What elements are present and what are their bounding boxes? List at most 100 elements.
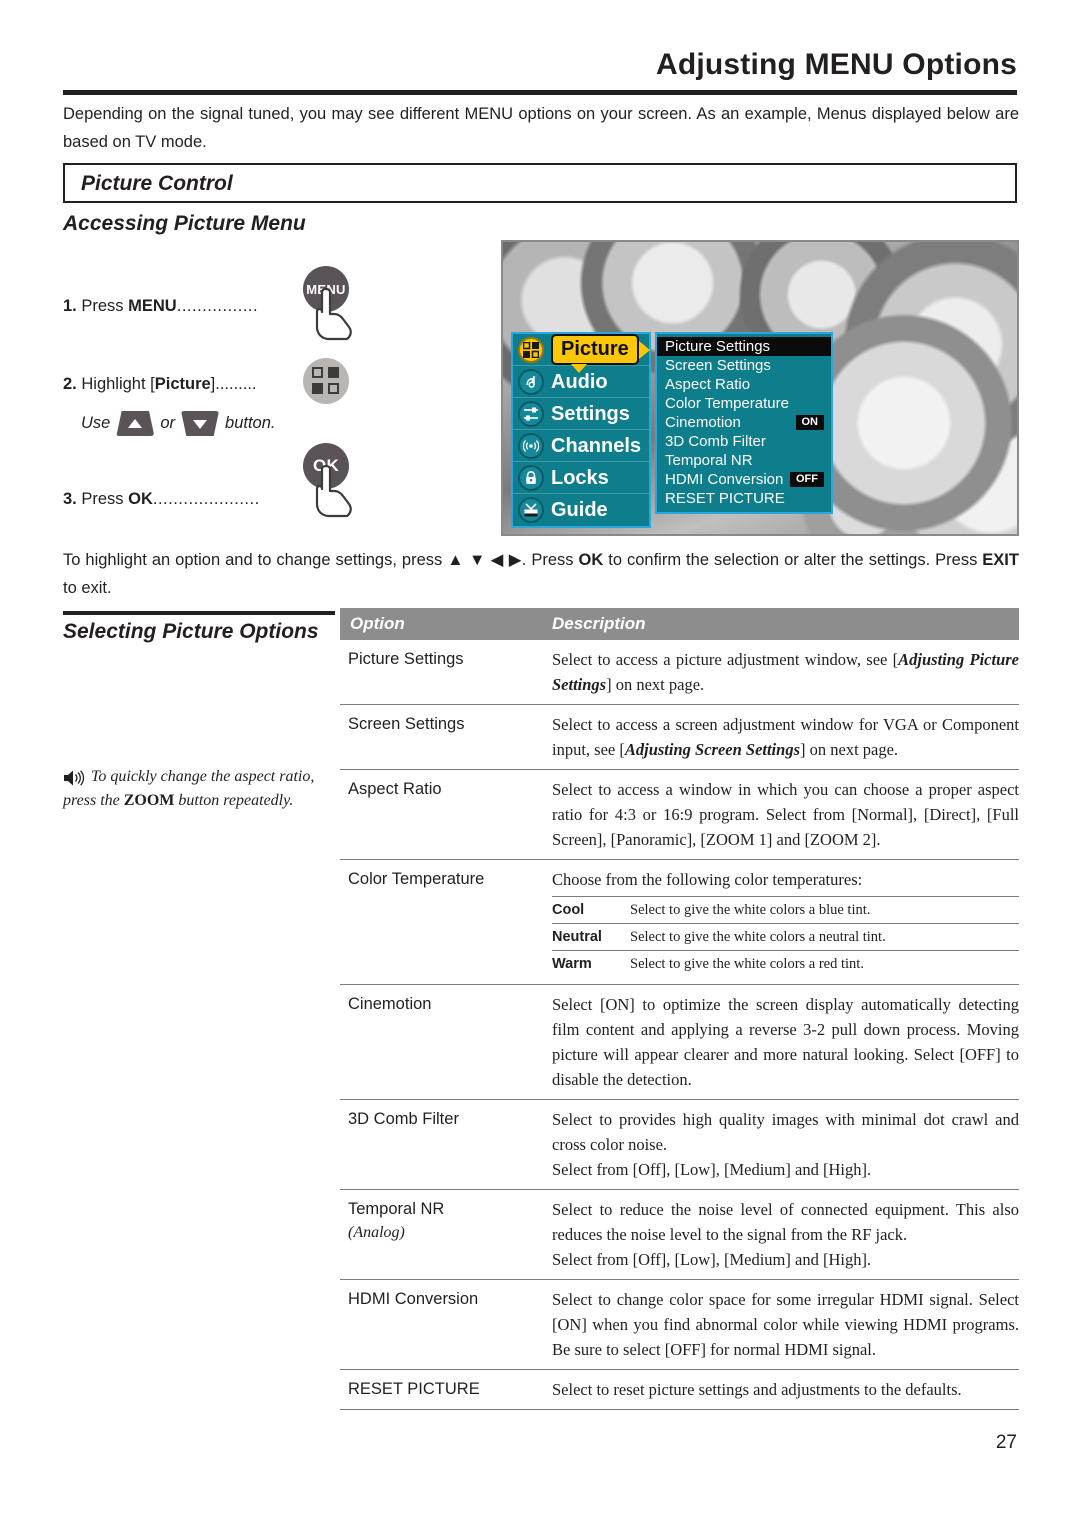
down-arrow-button-icon[interactable] (181, 411, 220, 436)
osd-option-cinemotion[interactable]: Cinemotion ON (657, 413, 831, 432)
manual-page: Adjusting MENU Options Depending on the … (0, 0, 1080, 1527)
color-temperature-subtable: Cool Select to give the white colors a b… (552, 896, 1019, 977)
step-1-key: MENU (128, 297, 177, 315)
desc-emphasis: Adjusting Screen Settings (624, 740, 800, 759)
table-row: HDMI Conversion Select to change color s… (340, 1280, 1019, 1370)
option-name-hdmi-conversion: HDMI Conversion (348, 1290, 479, 1308)
picture-menu-button-icon[interactable] (303, 358, 349, 404)
desc-text: Select to provides high quality images w… (552, 1110, 1019, 1154)
option-name-picture-settings: Picture Settings (348, 650, 464, 668)
chevron-right-icon (639, 341, 650, 359)
option-name-text: Temporal NR (348, 1200, 445, 1218)
osd-sidebar-item-settings[interactable]: Settings (513, 398, 649, 430)
step-3-dots: ..................... (152, 490, 260, 508)
pointing-hand-icon-2 (315, 464, 352, 518)
step-1-number: 1. (63, 297, 77, 315)
option-desc-temporal-nr: Select to reduce the noise level of conn… (552, 1197, 1019, 1272)
subtable-row-cool: Cool Select to give the white colors a b… (552, 896, 1019, 923)
guide-icon (518, 497, 544, 523)
osd-sidebar-item-guide[interactable]: Guide (513, 494, 649, 526)
selecting-picture-options-heading: Selecting Picture Options (63, 620, 319, 643)
desc-text: Select to reduce the noise level of conn… (552, 1200, 1019, 1244)
osd-sidebar-label-guide: Guide (551, 499, 608, 521)
color-temp-value-warm: Select to give the white colors a red ti… (630, 956, 864, 972)
speaker-icon (64, 770, 85, 786)
table-row: Aspect Ratio Select to access a window i… (340, 770, 1019, 860)
step-3-key: OK (128, 490, 153, 508)
option-name-temporal-nr: Temporal NR (Analog) (340, 1197, 552, 1272)
color-temp-key-warm: Warm (552, 956, 592, 972)
option-name-cinemotion: Cinemotion (348, 995, 432, 1013)
osd-option-reset-picture[interactable]: RESET PICTURE (657, 489, 831, 508)
option-desc-color-temperature: Choose from the following color temperat… (552, 867, 1019, 977)
subtable-row-warm: Warm Select to give the white colors a r… (552, 950, 1019, 977)
grid-icon (312, 367, 340, 395)
note-zoom-key: ZOOM (123, 792, 175, 809)
desc-text-post: ] on next page. (800, 740, 899, 759)
osd-sidebar-label-picture: Picture (551, 334, 639, 365)
osd-badge-cinemotion: ON (795, 415, 824, 430)
osd-option-label: Aspect Ratio (665, 376, 751, 393)
option-desc-hdmi-conversion: Select to change color space for some ir… (552, 1290, 1019, 1359)
osd-option-aspect-ratio[interactable]: Aspect Ratio (657, 375, 831, 394)
osd-sidebar-item-audio[interactable]: Audio (513, 366, 649, 398)
color-temp-value-neutral: Select to give the white colors a neutra… (630, 929, 886, 945)
table-row: Temporal NR (Analog) Select to reduce th… (340, 1190, 1019, 1280)
option-name-aspect-ratio: Aspect Ratio (348, 780, 442, 798)
arrow-button-instruction: Use or button. (81, 411, 363, 436)
step-2-key: Picture (154, 375, 211, 393)
desc-text-post: ] on next page. (606, 675, 705, 694)
note-icon (518, 368, 544, 395)
osd-option-screen-settings[interactable]: Screen Settings (657, 356, 831, 375)
sliders-icon (518, 400, 544, 427)
desc-text: Select to access a picture adjustment wi… (552, 650, 899, 669)
option-desc-screen-settings: Select to access a screen adjustment win… (552, 712, 1019, 762)
osd-sidebar-item-picture[interactable]: Picture (513, 334, 650, 373)
use-suffix-label: button. (225, 414, 276, 432)
step-1-dots: ................ (176, 297, 259, 315)
subtable-row-neutral: Neutral Select to give the white colors … (552, 923, 1019, 950)
grid-icon (518, 336, 544, 363)
arrow-keys-glyphs: ▲ ▼ ◀ ▶ (447, 551, 522, 569)
osd-sidebar-item-channels[interactable]: Channels (513, 430, 649, 462)
table-header-description: Description (552, 614, 646, 633)
step-3-text: Press (81, 490, 124, 508)
picture-options-table: Option Description Picture Settings Sele… (340, 608, 1019, 1410)
table-row: Picture Settings Select to access a pict… (340, 640, 1019, 705)
lock-icon (518, 464, 544, 491)
option-desc-cinemotion: Select [ON] to optimize the screen displ… (552, 995, 1019, 1089)
osd-picture-panel: Picture Settings Screen Settings Aspect … (655, 332, 833, 514)
step-3-number: 3. (63, 490, 77, 508)
osd-option-label: 3D Comb Filter (665, 433, 766, 450)
osd-option-label: Cinemotion (665, 414, 741, 431)
step-2-tail: ]......... (210, 375, 257, 393)
osd-option-3d-comb-filter[interactable]: 3D Comb Filter (657, 432, 831, 451)
note-line-1: To quickly change the aspect ratio, (91, 768, 315, 785)
osd-option-hdmi-conversion[interactable]: HDMI Conversion OFF (657, 470, 831, 489)
option-desc-aspect-ratio: Select to access a window in which you c… (552, 780, 1019, 849)
color-temp-value-cool: Select to give the white colors a blue t… (630, 902, 871, 918)
osd-option-color-temperature[interactable]: Color Temperature (657, 394, 831, 413)
table-row: Color Temperature Choose from the follow… (340, 860, 1019, 985)
desc-text-line2: Select from [Off], [Low], [Medium] and [… (552, 1160, 872, 1179)
step-2-number: 2. (63, 375, 77, 393)
option-name-color-temperature: Color Temperature (348, 870, 485, 888)
osd-option-label: Color Temperature (665, 395, 789, 412)
header-rule (63, 90, 1017, 95)
osd-sidebar-item-locks[interactable]: Locks (513, 462, 649, 494)
osd-option-temporal-nr[interactable]: Temporal NR (657, 451, 831, 470)
color-temp-key-neutral: Neutral (552, 929, 602, 945)
osd-option-label: Picture Settings (665, 338, 771, 355)
page-number: 27 (995, 1432, 1017, 1453)
note-line-2-post: button repeatedly. (174, 792, 294, 809)
option-name-reset-picture: RESET PICTURE (348, 1380, 480, 1398)
up-arrow-button-icon[interactable] (116, 411, 155, 436)
picture-control-box: Picture Control (63, 163, 1017, 203)
para2-ok-key: OK (578, 551, 604, 569)
osd-option-picture-settings[interactable]: Picture Settings (657, 337, 831, 356)
pointing-hand-icon (315, 287, 352, 341)
table-row: RESET PICTURE Select to reset picture se… (340, 1370, 1019, 1410)
option-name-screen-settings: Screen Settings (348, 715, 465, 733)
para2-part4: to exit. (63, 579, 112, 597)
para2-exit-key: EXIT (982, 551, 1019, 569)
